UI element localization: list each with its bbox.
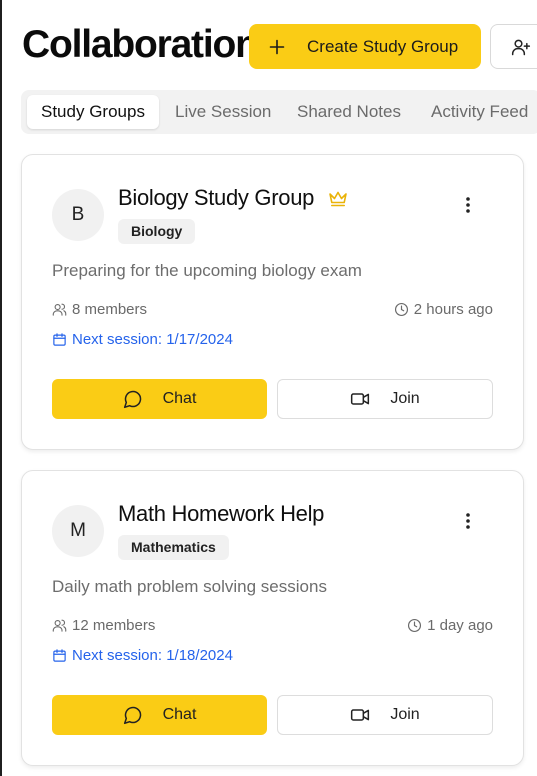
tab-bar: Study Groups Live Session Shared Notes A… — [21, 90, 537, 134]
chat-button[interactable]: Chat — [52, 695, 267, 735]
chat-button-label: Chat — [162, 390, 197, 407]
create-study-group-label: Create Study Group — [307, 36, 459, 56]
page-title: Collaboration — [22, 23, 259, 66]
users-icon — [52, 303, 67, 316]
last-active: 1 day ago — [407, 617, 493, 634]
video-icon — [351, 393, 370, 405]
crown-icon — [329, 191, 347, 207]
clock-icon — [408, 618, 422, 633]
more-vertical-icon — [466, 197, 470, 213]
create-study-group-button[interactable]: Create Study Group — [249, 24, 481, 69]
page-header: Collaboration Create Study Group — [22, 22, 537, 70]
chat-button-label: Chat — [162, 706, 197, 723]
group-name: Biology Study Group — [118, 185, 315, 210]
member-count: 8 members — [52, 301, 147, 318]
group-description: Preparing for the upcoming biology exam — [52, 261, 362, 280]
calendar-icon — [53, 333, 66, 346]
more-options-button[interactable] — [456, 509, 480, 533]
next-session: Next session: 1/17/2024 — [52, 331, 233, 348]
calendar-icon — [53, 649, 66, 662]
tab-shared-notes[interactable]: Shared Notes — [297, 95, 401, 129]
video-icon — [351, 709, 370, 721]
study-group-card: B Biology Study Group Biology Preparing … — [21, 154, 524, 450]
clock-icon — [394, 302, 408, 317]
user-plus-icon — [511, 39, 531, 55]
tab-activity-feed[interactable]: Activity Feed — [431, 95, 528, 129]
group-name: Math Homework Help — [118, 501, 325, 526]
join-button-label: Join — [390, 390, 420, 407]
member-count-text: 12 members — [72, 617, 156, 634]
plus-icon — [269, 39, 285, 54]
message-circle-icon — [123, 390, 141, 409]
member-count: 12 members — [52, 617, 155, 634]
member-count-text: 8 members — [72, 301, 148, 318]
join-button[interactable]: Join — [277, 379, 493, 419]
study-group-card: M Math Homework Help Mathematics Daily m… — [21, 470, 524, 766]
message-circle-icon — [123, 706, 141, 725]
join-button-label: Join — [390, 706, 420, 723]
last-active: 2 hours ago — [394, 301, 493, 318]
group-avatar: M — [52, 505, 104, 557]
group-avatar: B — [52, 189, 104, 241]
last-active-text: 1 day ago — [427, 617, 493, 634]
chat-button[interactable]: Chat — [52, 379, 267, 419]
more-vertical-icon — [466, 513, 470, 529]
invite-member-button[interactable] — [490, 24, 537, 69]
join-button[interactable]: Join — [277, 695, 493, 735]
last-active-text: 2 hours ago — [413, 301, 493, 318]
more-options-button[interactable] — [456, 193, 480, 217]
group-description: Daily math problem solving sessions — [52, 577, 327, 596]
subject-badge: Mathematics — [118, 535, 229, 560]
next-session-text: Next session: 1/17/2024 — [72, 331, 233, 348]
next-session: Next session: 1/18/2024 — [52, 647, 233, 664]
users-icon — [52, 619, 67, 632]
window-left-border — [0, 0, 2, 776]
subject-badge: Biology — [118, 219, 196, 244]
tab-live-session[interactable]: Live Session — [175, 95, 271, 129]
tab-study-groups[interactable]: Study Groups — [27, 95, 159, 129]
next-session-text: Next session: 1/18/2024 — [72, 647, 233, 664]
